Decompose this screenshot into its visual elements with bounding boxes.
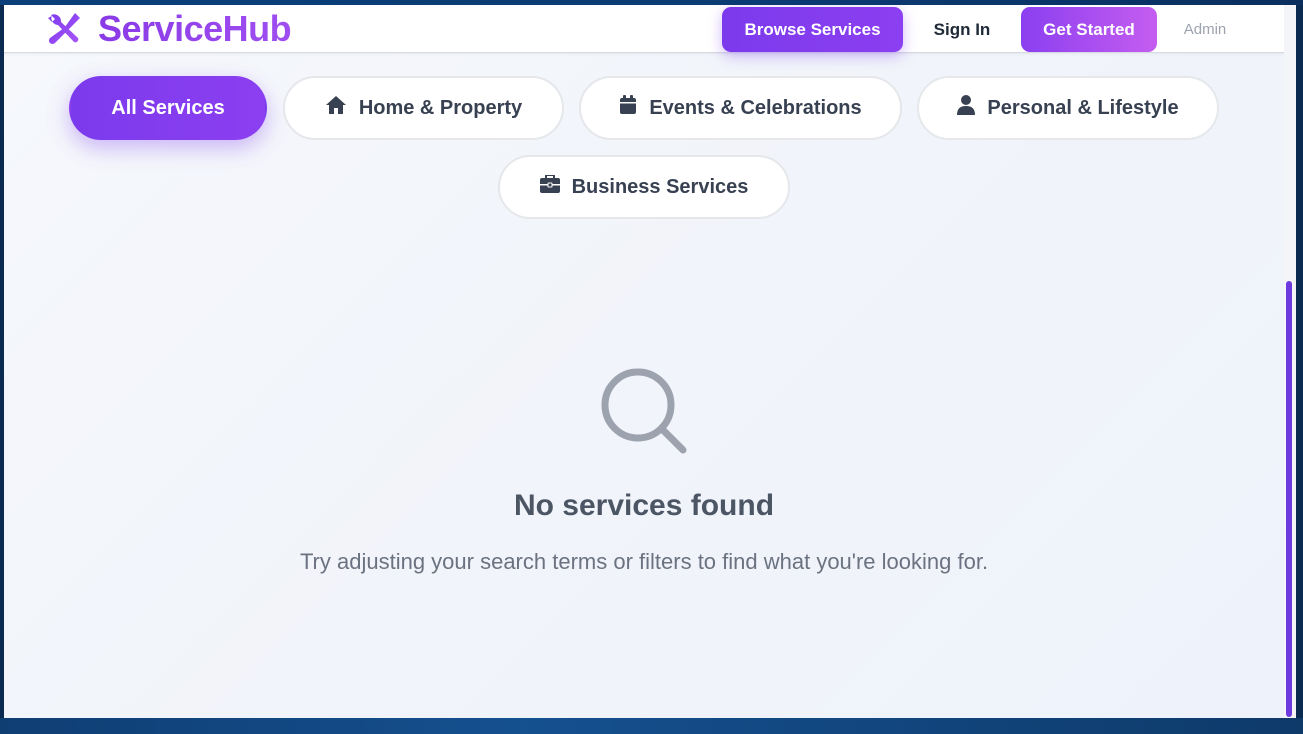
brand-logo[interactable]: ServiceHub	[44, 8, 292, 49]
tools-icon	[44, 9, 84, 49]
search-icon	[600, 367, 690, 457]
admin-link[interactable]: Admin	[1170, 7, 1240, 52]
filter-label: All Services	[111, 96, 225, 119]
browser-window: ServiceHub Browse Services Sign In Get S…	[4, 5, 1296, 718]
site-header: ServiceHub Browse Services Sign In Get S…	[4, 5, 1284, 53]
home-icon	[325, 95, 347, 121]
filter-business-services[interactable]: Business Services	[498, 155, 790, 219]
filter-personal-lifestyle[interactable]: Personal & Lifestyle	[917, 76, 1219, 140]
filter-label: Personal & Lifestyle	[987, 96, 1179, 119]
filter-label: Business Services	[571, 175, 749, 198]
scrollbar-thumb[interactable]	[1286, 281, 1292, 717]
user-icon	[957, 95, 976, 121]
brand-name: ServiceHub	[98, 8, 292, 49]
filter-events-celebrations[interactable]: Events & Celebrations	[579, 76, 902, 140]
get-started-button[interactable]: Get Started	[1021, 7, 1157, 52]
browse-services-button[interactable]: Browse Services	[722, 7, 903, 52]
sign-in-button[interactable]: Sign In	[913, 7, 1011, 52]
empty-state-message: Try adjusting your search terms or filte…	[299, 549, 989, 574]
calendar-icon	[619, 95, 637, 121]
filter-home-property[interactable]: Home & Property	[283, 76, 564, 140]
empty-state-title: No services found	[513, 489, 775, 522]
filter-label: Home & Property	[358, 96, 523, 119]
filter-all-services[interactable]: All Services	[69, 76, 267, 140]
filter-label: Events & Celebrations	[649, 96, 862, 119]
briefcase-icon	[539, 174, 560, 199]
desktop-taskbar-strip	[0, 718, 1303, 734]
